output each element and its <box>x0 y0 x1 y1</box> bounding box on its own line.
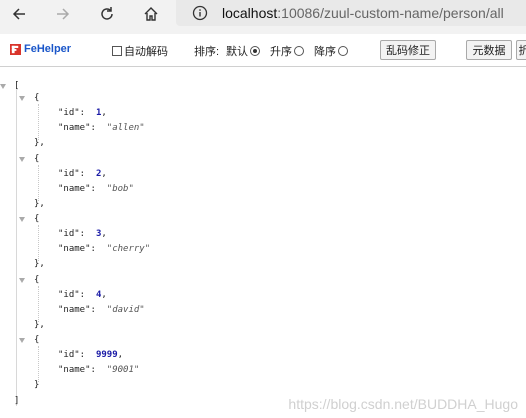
array-close-bracket: ] <box>14 396 20 406</box>
json-value-name: "9001" <box>106 365 140 375</box>
json-row-name: "name": "9001" <box>58 364 139 376</box>
object-open-brace: { <box>34 153 40 164</box>
sort-label-text: 排序: <box>194 46 220 58</box>
json-key-id: "id": <box>58 108 86 118</box>
json-key-name: "name": <box>58 244 96 254</box>
auto-decode-toggle[interactable]: 自动解码 <box>112 43 168 59</box>
object-close-brace: }, <box>34 259 45 269</box>
json-row-name: "name": "bob" <box>58 183 134 195</box>
json-value-name: "david" <box>106 304 145 315</box>
json-value-name: "allen" <box>106 123 145 133</box>
array-open-bracket: [ <box>14 81 20 91</box>
fehelper-title: FeHelper <box>24 43 72 55</box>
object-close-brace: } <box>34 380 40 390</box>
json-row-id: "id": 1, <box>58 108 107 118</box>
info-icon[interactable] <box>192 5 208 21</box>
json-value-id: 2 <box>95 168 102 179</box>
object-collapse-toggle[interactable] <box>19 338 25 343</box>
json-key-name: "name": <box>58 304 96 315</box>
sort-desc-radio[interactable] <box>338 46 348 56</box>
json-value-name: "bob" <box>106 183 134 194</box>
fehelper-logo-icon <box>10 43 21 55</box>
object-guide <box>38 285 39 322</box>
sort-default-radio[interactable] <box>250 46 260 56</box>
json-key-id: "id": <box>58 168 86 179</box>
sort-asc-radio[interactable] <box>294 46 304 56</box>
object-guide <box>38 346 39 382</box>
json-value-name: "cherry" <box>106 244 151 254</box>
address-bar[interactable]: localhost:10086/zuul-custom-name/person/… <box>176 0 526 26</box>
url-path: :10086/zuul-custom-name/person/all <box>277 5 504 21</box>
sort-default-label: 默认 <box>226 46 248 58</box>
object-collapse-toggle[interactable] <box>19 217 25 222</box>
json-value-id: 4 <box>95 289 102 300</box>
json-key-id: "id": <box>58 229 86 239</box>
object-collapse-toggle[interactable] <box>19 96 25 101</box>
fold-button[interactable]: 折 <box>516 40 526 60</box>
json-key-name: "name": <box>58 183 96 194</box>
json-value-id: 9999 <box>95 350 118 360</box>
object-guide <box>38 104 39 140</box>
sort-label: 排序: <box>194 43 219 59</box>
refresh-icon[interactable] <box>92 0 122 28</box>
object-close-brace: }, <box>34 138 45 148</box>
json-row-id: "id": 9999, <box>58 350 124 360</box>
json-value-id: 3 <box>95 229 102 239</box>
forward-arrow-icon[interactable] <box>48 0 78 28</box>
object-close-brace: }, <box>34 198 45 209</box>
json-row-id: "id": 4, <box>58 289 107 300</box>
fix-garbled-button[interactable]: 乱码修正 <box>380 40 436 60</box>
watermark: https://blog.csdn.net/BUDDHA_Hugo <box>288 396 518 412</box>
object-collapse-toggle[interactable] <box>19 156 25 162</box>
sort-desc-option[interactable]: 降序 <box>314 43 348 59</box>
json-row-id: "id": 2, <box>58 168 107 179</box>
object-guide <box>38 225 39 261</box>
url-host: localhost <box>222 5 278 21</box>
object-collapse-toggle[interactable] <box>19 277 25 283</box>
sort-desc-label: 降序 <box>314 46 336 58</box>
sort-default-option[interactable]: 默认 <box>226 43 260 59</box>
sort-asc-label: 升序 <box>270 46 292 58</box>
fehelper-logo: FeHelper <box>10 43 71 55</box>
json-key-id: "id": <box>58 289 86 300</box>
object-open-brace: { <box>34 93 40 103</box>
json-key-name: "name": <box>58 365 96 375</box>
json-row-id: "id": 3, <box>58 229 107 239</box>
object-open-brace: { <box>34 214 40 224</box>
auto-decode-checkbox[interactable] <box>112 46 122 56</box>
json-viewer: [ { "id": 1, "name": "allen"}, { "id": 2, "na… <box>0 76 526 418</box>
auto-decode-label: 自动解码 <box>124 46 168 58</box>
json-row-name: "name": "david" <box>58 304 145 316</box>
object-guide <box>38 164 39 201</box>
object-open-brace: { <box>34 274 40 285</box>
browser-toolbar: localhost:10086/zuul-custom-name/person/… <box>0 0 526 35</box>
meta-data-button[interactable]: 元数据 <box>466 40 512 60</box>
object-open-brace: { <box>34 335 40 345</box>
array-collapse-toggle[interactable] <box>0 84 6 89</box>
array-guide <box>16 90 17 406</box>
json-value-id: 1 <box>95 108 102 118</box>
json-key-id: "id": <box>58 350 86 360</box>
json-key-name: "name": <box>58 123 96 133</box>
sort-asc-option[interactable]: 升序 <box>270 43 304 59</box>
json-row-name: "name": "allen" <box>58 122 145 134</box>
object-close-brace: }, <box>34 319 45 330</box>
back-arrow-icon[interactable] <box>4 0 34 28</box>
json-row-name: "name": "cherry" <box>58 243 150 255</box>
fehelper-toolbar: FeHelper 自动解码 排序: 默认 升序 降序 乱码修正 元数据 折 <box>0 34 526 67</box>
home-icon[interactable] <box>136 0 166 28</box>
